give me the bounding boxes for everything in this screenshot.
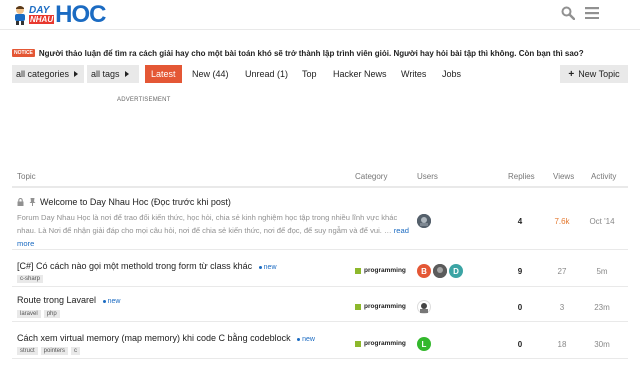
new-badge[interactable]: new xyxy=(258,264,277,271)
new-badge[interactable]: new xyxy=(297,336,315,343)
search-icon[interactable] xyxy=(560,5,576,21)
views-count: 18 xyxy=(557,340,567,349)
views-count: 27 xyxy=(557,267,567,276)
category-color-swatch xyxy=(355,303,361,310)
topic-tags: laravel php xyxy=(17,310,60,318)
topic-title-link[interactable]: Cách xem virtual memory (map memory) khi… xyxy=(17,333,291,343)
replies-count: 0 xyxy=(517,303,523,312)
topic-row: Route trong Lavarel new laravel php prog… xyxy=(12,290,628,322)
topic-row: Cách xem virtual memory (map memory) khi… xyxy=(12,325,628,359)
tag[interactable]: php xyxy=(43,310,60,318)
topic-title-link[interactable]: Route trong Lavarel xyxy=(17,295,96,305)
topic-users: L xyxy=(417,337,431,351)
avatar[interactable]: B xyxy=(417,264,431,278)
topic-nav: all categories all tags Latest New (44) … xyxy=(12,65,628,83)
logo-nhau-text: NHAU xyxy=(29,15,55,24)
replies-count: 4 xyxy=(517,217,523,226)
tab-top[interactable]: Top xyxy=(296,65,323,83)
header-users: Users xyxy=(417,172,438,181)
activity-time[interactable]: 30m xyxy=(582,340,622,349)
tag[interactable]: c-sharp xyxy=(17,275,44,283)
header-replies[interactable]: Replies xyxy=(508,172,535,181)
header-category[interactable]: Category xyxy=(355,172,387,181)
replies-count: 9 xyxy=(517,267,523,276)
plus-icon: + xyxy=(568,68,575,80)
tag[interactable]: laravel xyxy=(17,310,41,318)
advertisement-label: ADVERTISEMENT xyxy=(117,97,171,103)
logo-hoc-text: HOC xyxy=(55,1,106,28)
tab-latest[interactable]: Latest xyxy=(145,65,182,83)
topic-row: [C#] Có cách nào gọi một methold trong f… xyxy=(12,256,628,287)
excerpt-text: Forum Day Nhau Học là nơi để trao đổi ki… xyxy=(17,213,398,235)
topic-tags: struct pointers c xyxy=(17,347,81,355)
topic-excerpt: Forum Day Nhau Học là nơi để trao đổi ki… xyxy=(17,211,412,250)
header-views[interactable]: Views xyxy=(553,172,574,181)
activity-time[interactable]: 5m xyxy=(582,267,622,276)
lock-icon xyxy=(17,197,24,208)
global-notice: NOTICE Người thảo luận để tìm ra cách gi… xyxy=(12,46,628,60)
tags-dropdown[interactable]: all tags xyxy=(87,65,139,83)
hamburger-menu-icon[interactable] xyxy=(584,5,600,21)
avatar[interactable]: D xyxy=(449,264,463,278)
pin-icon xyxy=(29,197,36,208)
notice-badge: NOTICE xyxy=(12,49,35,57)
category-color-swatch xyxy=(355,267,361,274)
topic-users xyxy=(417,214,431,228)
categories-dropdown[interactable]: all categories xyxy=(12,65,84,83)
topic-users xyxy=(417,300,431,314)
new-topic-button[interactable]: + New Topic xyxy=(560,65,628,83)
caret-right-icon xyxy=(124,71,129,77)
tag[interactable]: struct xyxy=(17,347,38,355)
activity-time[interactable]: Oct '14 xyxy=(582,217,622,226)
avatar[interactable] xyxy=(417,300,431,314)
views-count: 7.6k xyxy=(554,217,570,226)
site-logo[interactable]: DAY NHAU HOC xyxy=(12,1,106,28)
topic-users: B D xyxy=(417,264,463,278)
category-color-swatch xyxy=(355,340,361,347)
category-badge[interactable]: programming xyxy=(355,303,406,310)
mascot-icon xyxy=(15,6,25,25)
tab-jobs[interactable]: Jobs xyxy=(436,65,467,83)
activity-time[interactable]: 23m xyxy=(582,303,622,312)
category-label: programming xyxy=(364,340,406,347)
logo-day-text: DAY xyxy=(29,5,50,16)
category-badge[interactable]: programming xyxy=(355,340,406,347)
avatar[interactable] xyxy=(417,214,431,228)
replies-count: 0 xyxy=(517,340,523,349)
header-activity[interactable]: Activity xyxy=(591,172,616,181)
topic-row: Welcome to Day Nhau Hoc (Đọc trước khi p… xyxy=(12,190,628,250)
categories-dropdown-label: all categories xyxy=(16,69,70,79)
category-label: programming xyxy=(364,267,406,274)
header-topic[interactable]: Topic xyxy=(17,172,36,181)
notice-text: Người thảo luận để tìm ra cách giải hay … xyxy=(38,48,584,58)
category-label: programming xyxy=(364,303,406,310)
topic-list-header: Topic Category Users Replies Views Activ… xyxy=(12,168,628,188)
avatar[interactable] xyxy=(433,264,447,278)
category-badge[interactable]: programming xyxy=(355,267,406,274)
topic-title-link[interactable]: [C#] Có cách nào gọi một methold trong f… xyxy=(17,261,252,271)
tab-writes[interactable]: Writes xyxy=(395,65,432,83)
tab-hacker-news[interactable]: Hacker News xyxy=(327,65,393,83)
site-header: DAY NHAU HOC xyxy=(0,0,640,30)
caret-right-icon xyxy=(74,71,79,77)
tab-new[interactable]: New (44) xyxy=(186,65,235,83)
tag[interactable]: pointers xyxy=(40,347,69,355)
tag[interactable]: c xyxy=(71,347,81,355)
new-topic-label: New Topic xyxy=(578,69,620,79)
avatar[interactable]: L xyxy=(417,337,431,351)
topic-tags: c-sharp xyxy=(17,275,44,283)
new-badge[interactable]: new xyxy=(102,298,120,305)
tags-dropdown-label: all tags xyxy=(91,69,120,79)
tab-unread[interactable]: Unread (1) xyxy=(239,65,294,83)
views-count: 3 xyxy=(559,303,565,312)
topic-title-link[interactable]: Welcome to Day Nhau Hoc (Đọc trước khi p… xyxy=(40,197,231,207)
